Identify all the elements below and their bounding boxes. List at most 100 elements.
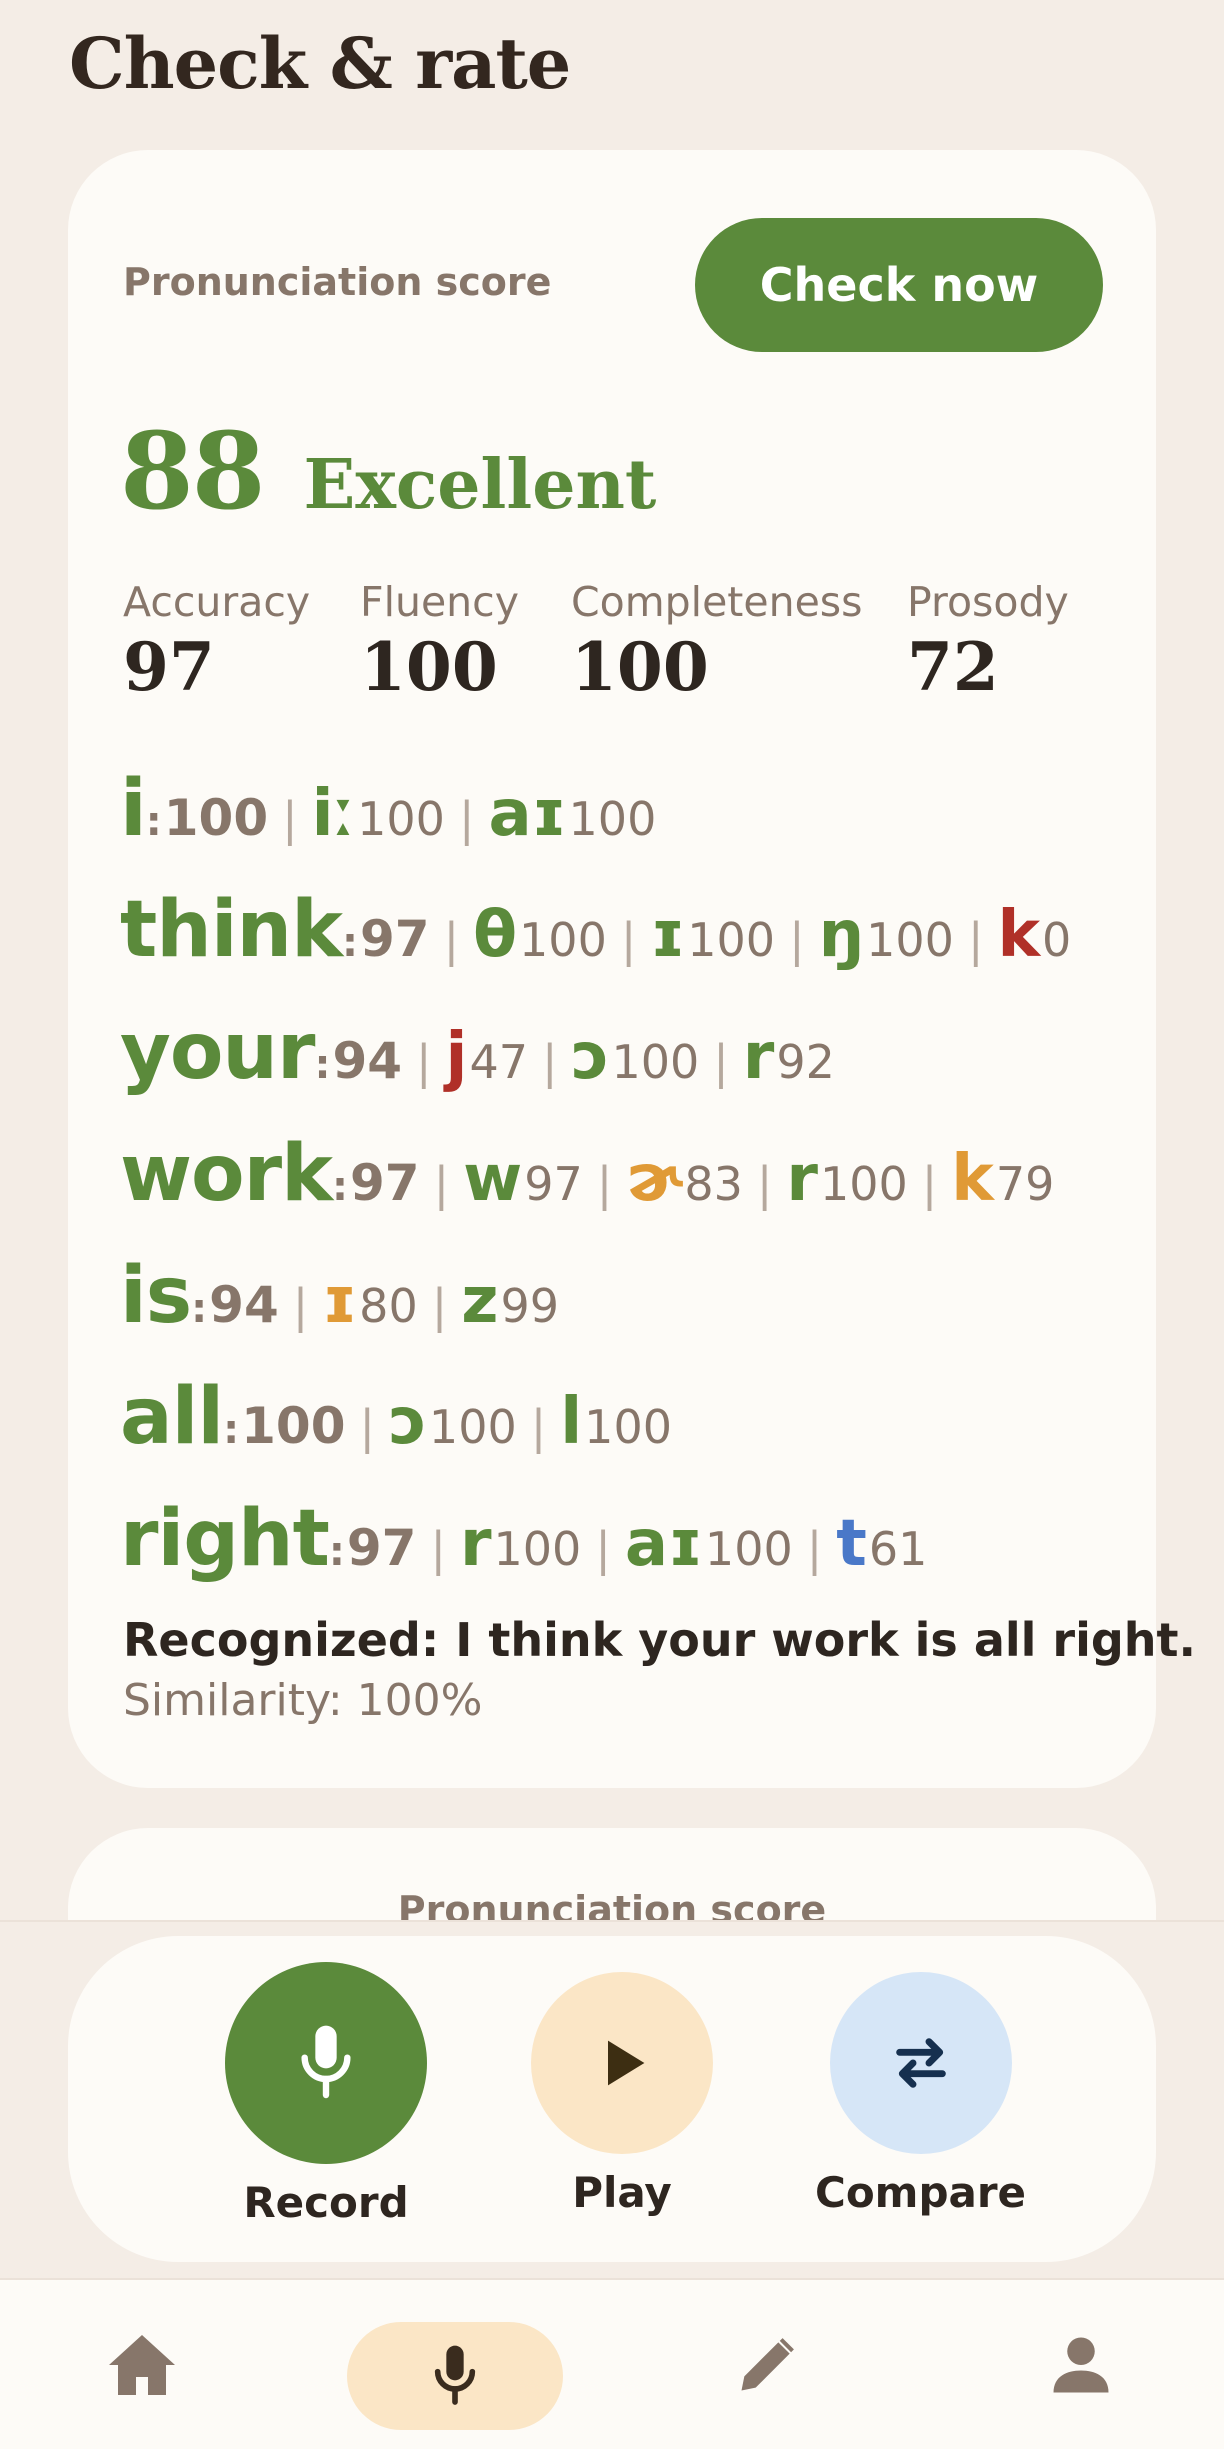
word-text: your: [120, 1007, 315, 1097]
nav-profile[interactable]: [1036, 2320, 1126, 2410]
phoneme-divider: |: [359, 1400, 375, 1454]
phoneme-divider: |: [430, 1522, 446, 1576]
phoneme-score: 100: [819, 1157, 908, 1211]
phoneme-divider: |: [443, 913, 460, 967]
word-text: think: [120, 885, 343, 975]
overall-score-value: 88: [120, 408, 266, 533]
metric-completeness: Completeness 100: [571, 578, 863, 706]
phoneme: ɚ: [626, 1142, 683, 1216]
person-icon: [1053, 2337, 1109, 2393]
word-row-all[interactable]: all:100 | ɔ 100 | l 100: [120, 1372, 672, 1462]
compare-label: Compare: [815, 2168, 1027, 2217]
phoneme-score: 83: [684, 1157, 743, 1211]
phoneme-divider: |: [789, 913, 805, 967]
phoneme-score: 97: [524, 1157, 583, 1211]
word-score-separator: :: [223, 1407, 240, 1453]
phoneme-divider: |: [921, 1157, 938, 1211]
metric-fluency: Fluency 100: [360, 578, 519, 706]
word-text: right: [120, 1494, 330, 1584]
overall-score: 88 Excellent: [120, 408, 656, 533]
phoneme-divider: |: [542, 1035, 558, 1089]
word-text: is: [120, 1251, 192, 1341]
phoneme-score: 80: [359, 1279, 418, 1333]
recognized-text: Recognized: I think your work is all rig…: [123, 1613, 1197, 1667]
word-score-separator: :: [191, 1286, 208, 1332]
phoneme-divider: |: [713, 1035, 729, 1089]
phoneme-divider: |: [806, 1522, 823, 1576]
phoneme-score: 100: [357, 792, 445, 846]
word-score-separator: :: [145, 799, 162, 845]
phoneme: ɪ: [322, 1264, 358, 1338]
phoneme: k: [997, 898, 1040, 972]
phoneme-divider: |: [620, 913, 637, 967]
phoneme-divider: |: [967, 913, 984, 967]
play-label: Play: [572, 2168, 672, 2217]
phoneme-score: 47: [469, 1035, 529, 1089]
phoneme: r: [459, 1507, 492, 1581]
page-title: Check & rate: [69, 22, 571, 105]
compare-control[interactable]: Compare: [815, 1972, 1026, 2217]
word-score-separator: :: [328, 1529, 345, 1575]
word-row-work[interactable]: work:97 | w 97 | ɚ 83 | r 100 | k 79: [120, 1129, 1054, 1219]
phoneme: θ: [473, 898, 518, 972]
play-control[interactable]: Play: [531, 1972, 713, 2217]
phoneme-score: 100: [493, 1522, 582, 1576]
phoneme-divider: |: [596, 1157, 613, 1211]
score-card: Pronunciation score Check now 88 Excelle…: [68, 150, 1196, 1788]
check-now-button[interactable]: Check now: [695, 218, 1103, 352]
record-control[interactable]: Record: [225, 1962, 427, 2227]
phoneme-divider: |: [416, 1035, 432, 1089]
phoneme-score: 99: [500, 1279, 560, 1333]
record-label: Record: [243, 2178, 409, 2227]
phoneme-score: 100: [519, 913, 607, 967]
phoneme: ɪ: [650, 898, 686, 972]
metric-value: 100: [571, 628, 709, 706]
playback-controls: Record Play Compare: [68, 1936, 1156, 2262]
nav-edit[interactable]: [722, 2320, 812, 2410]
phoneme-score: 100: [568, 792, 657, 846]
word-score: 100: [241, 1397, 346, 1455]
phoneme-score: 100: [428, 1400, 517, 1454]
word-row-is[interactable]: is:94 | ɪ 80 | z 99: [120, 1251, 559, 1341]
metric-value: 72: [907, 628, 999, 706]
phoneme: z: [461, 1264, 499, 1338]
compare-button[interactable]: [829, 1972, 1012, 2154]
word-row-think[interactable]: think:97 | θ 100 | ɪ 100 | ŋ 100 | k 0: [120, 885, 1071, 975]
word-text: work: [120, 1129, 333, 1219]
word-score-separator: :: [314, 1042, 331, 1088]
nav-home[interactable]: [97, 2320, 187, 2410]
nav-practice[interactable]: [347, 2322, 563, 2430]
pencil-icon: [741, 2338, 794, 2391]
metric-label: Completeness: [571, 578, 863, 626]
phoneme-divider: |: [433, 1157, 450, 1211]
phoneme: r: [742, 1020, 775, 1094]
metric-label: Accuracy: [123, 578, 311, 626]
bottom-nav: [0, 2278, 1224, 2449]
record-button[interactable]: [225, 1962, 427, 2164]
phoneme: w: [463, 1142, 523, 1216]
phoneme-divider: |: [282, 792, 298, 846]
phoneme-score: 0: [1042, 913, 1072, 967]
phoneme-score: 100: [611, 1035, 700, 1089]
mic-icon: [301, 2025, 351, 2099]
phoneme-score: 79: [995, 1157, 1055, 1211]
phoneme-divider: |: [595, 1522, 611, 1576]
phoneme-score: 100: [866, 913, 954, 967]
metric-value: 97: [123, 628, 215, 706]
phoneme: ŋ: [818, 898, 865, 972]
word-score: 97: [350, 1154, 420, 1212]
metric-value: 100: [360, 628, 498, 706]
phoneme-divider: |: [530, 1400, 547, 1454]
word-text: all: [120, 1372, 224, 1462]
phoneme: ɔ: [388, 1385, 427, 1459]
phoneme: k: [951, 1142, 994, 1216]
word-row-your[interactable]: your:94 | j 47 | ɔ 100 | r 92: [120, 1007, 835, 1097]
phoneme-score: 92: [776, 1035, 835, 1089]
word-score: 97: [359, 910, 430, 968]
play-button[interactable]: [531, 1972, 713, 2154]
word-row-i[interactable]: i:100 | iː 100 | aɪ 100: [120, 764, 656, 854]
metric-accuracy: Accuracy 97: [123, 578, 310, 706]
mic-icon: [434, 2345, 476, 2405]
word-score: 94: [209, 1276, 279, 1334]
word-row-right[interactable]: right:97 | r 100 | aɪ 100 | t 61: [120, 1494, 927, 1584]
